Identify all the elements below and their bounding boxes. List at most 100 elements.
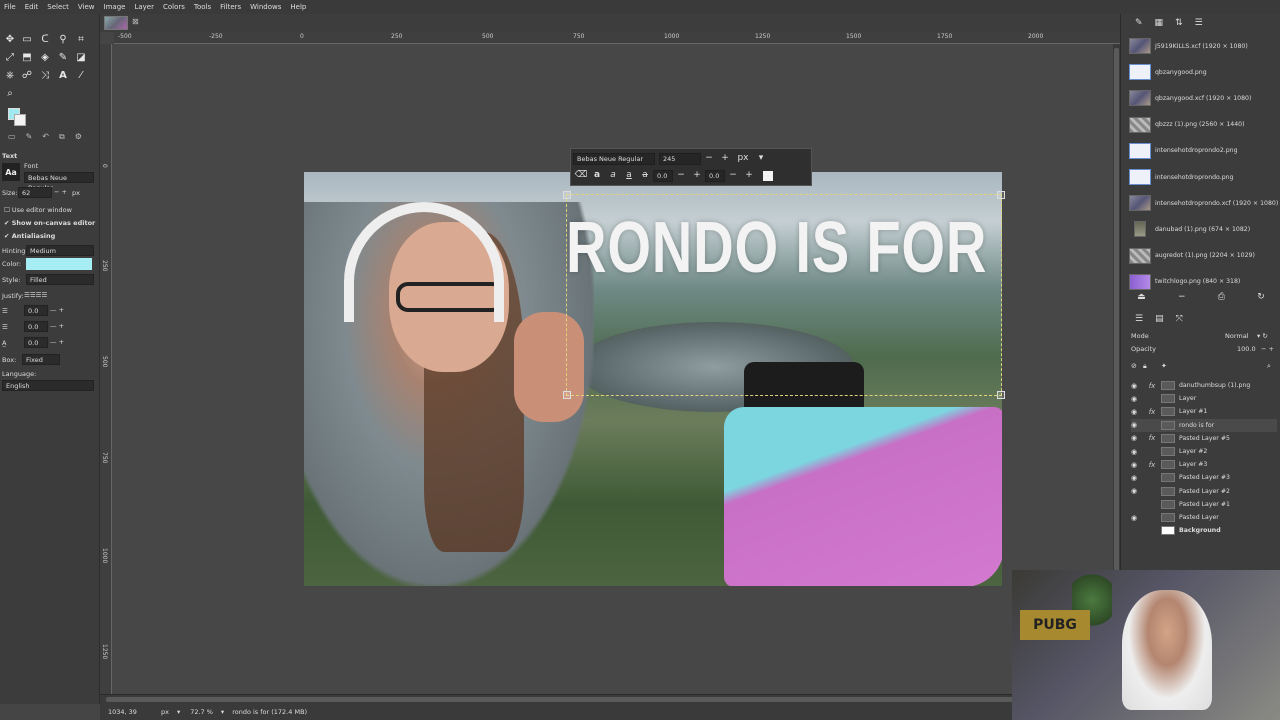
layer-row[interactable]: Background xyxy=(1131,524,1277,537)
style-select[interactable]: Filled xyxy=(26,274,94,285)
paintbrush-icon[interactable]: ✎ xyxy=(56,50,70,64)
fte-baseline-decrease[interactable]: − xyxy=(673,170,689,182)
image-list-item[interactable]: intensehotdroprondo.png xyxy=(1129,165,1279,189)
canvas-area[interactable]: RONDO IS FOR Bebas Neue Regular 245 − + … xyxy=(112,44,1118,694)
canvas-title-text[interactable]: RONDO IS FOR xyxy=(566,200,986,300)
fte-underline-icon[interactable]: a xyxy=(621,170,637,182)
justify-buttons[interactable]: ☰☰☰☰ xyxy=(24,291,47,299)
move-tool-icon[interactable]: ✥ xyxy=(3,32,17,46)
undo-history-tab-icon[interactable]: ↶ xyxy=(42,132,49,146)
new-display-icon[interactable]: − xyxy=(1178,292,1186,306)
unit-select[interactable]: px xyxy=(161,708,169,716)
menu-layer[interactable]: Layer xyxy=(134,3,154,11)
brushes-tab-icon[interactable]: ✎ xyxy=(1135,18,1143,28)
visibility-eye-icon[interactable]: ◉ xyxy=(1131,395,1143,403)
fte-baseline-increase[interactable]: + xyxy=(689,170,705,182)
refresh-icon[interactable]: ↻ xyxy=(1257,292,1265,306)
path-icon[interactable]: ⤨ xyxy=(38,68,52,82)
fte-strikethrough-icon[interactable]: a xyxy=(637,170,653,182)
channels-tab-icon[interactable]: ▤ xyxy=(1155,314,1164,324)
fte-unit-select[interactable]: px xyxy=(733,153,753,165)
layers-tab-icon[interactable]: ☰ xyxy=(1135,314,1143,324)
fte-size-increase[interactable]: + xyxy=(717,153,733,165)
images-list-tab-icon[interactable]: ☰ xyxy=(1195,18,1203,28)
layer-effects-icon[interactable]: fx xyxy=(1143,434,1161,442)
warp-icon[interactable]: ⤢ xyxy=(3,50,17,64)
image-list-item[interactable]: qbzzz (1).png (2560 × 1440) xyxy=(1129,113,1279,137)
menu-select[interactable]: Select xyxy=(47,3,69,11)
unified-transform-icon[interactable]: ⬒ xyxy=(20,50,34,64)
visibility-eye-icon[interactable]: ◉ xyxy=(1131,474,1143,482)
paths-tab-icon[interactable]: ⤧ xyxy=(1176,314,1183,324)
image-list-item[interactable]: qbzanygood.png xyxy=(1129,60,1279,84)
resize-handle-tl[interactable] xyxy=(563,191,571,199)
configure-tab-icon[interactable]: ⚙ xyxy=(75,132,82,146)
hinting-select[interactable]: Medium xyxy=(26,245,94,256)
indent-stepper[interactable]: — + xyxy=(50,306,64,314)
layer-row[interactable]: ◉ Layer xyxy=(1131,392,1277,405)
menu-help[interactable]: Help xyxy=(290,3,306,11)
visibility-eye-icon[interactable]: ◉ xyxy=(1131,382,1143,390)
mode-chevron-icon[interactable]: ▾ ↻ xyxy=(1257,332,1268,340)
images-tab-icon[interactable]: ⧉ xyxy=(59,132,65,146)
line-spacing-stepper[interactable]: — + xyxy=(50,322,64,330)
layer-row[interactable]: ◉ fx danuthumbsup (1).png xyxy=(1131,379,1277,392)
layer-effects-icon[interactable]: fx xyxy=(1143,408,1161,416)
use-editor-checkbox[interactable]: ☐ Use editor window xyxy=(4,206,72,214)
layer-row[interactable]: Pasted Layer #1 xyxy=(1131,498,1277,511)
menu-file[interactable]: File xyxy=(4,3,16,11)
line-spacing-field[interactable]: 0.0 xyxy=(24,321,48,332)
fte-clear-style-icon[interactable]: ⌫ xyxy=(573,170,589,182)
layer-effects-icon[interactable]: fx xyxy=(1143,382,1161,390)
crop-icon[interactable]: ⌗ xyxy=(74,32,88,46)
image-tab-thumbnail[interactable] xyxy=(104,16,128,30)
menu-tools[interactable]: Tools xyxy=(194,3,211,11)
patterns-tab-icon[interactable]: ▦ xyxy=(1155,18,1164,28)
resize-handle-tr[interactable] xyxy=(997,191,1005,199)
letter-spacing-stepper[interactable]: — + xyxy=(50,338,64,346)
menu-colors[interactable]: Colors xyxy=(163,3,185,11)
layer-row[interactable]: ◉ Pasted Layer xyxy=(1131,511,1277,524)
fte-bold-icon[interactable]: a xyxy=(589,170,605,182)
fte-size-field[interactable]: 245 xyxy=(659,153,701,165)
fuzzy-select-icon[interactable]: ⚲ xyxy=(56,32,70,46)
lasso-icon[interactable]: ᑕ xyxy=(38,32,52,46)
lock-position-icon[interactable]: 🔒︎ xyxy=(1143,362,1147,371)
menu-filters[interactable]: Filters xyxy=(220,3,241,11)
fte-baseline-field[interactable]: 0.0 xyxy=(653,170,673,182)
visibility-eye-icon[interactable]: ◉ xyxy=(1131,408,1143,416)
fte-kerning-field[interactable]: 0.0 xyxy=(705,170,725,182)
unit-chevron-icon[interactable]: ▾ xyxy=(177,708,180,716)
letter-spacing-field[interactable]: 0.0 xyxy=(24,337,48,348)
opacity-stepper[interactable]: − + xyxy=(1261,345,1274,353)
layer-row[interactable]: ◉ fx Layer #3 xyxy=(1131,458,1277,471)
menu-edit[interactable]: Edit xyxy=(25,3,39,11)
visibility-eye-icon[interactable]: ◉ xyxy=(1131,461,1143,469)
box-select[interactable]: Fixed xyxy=(22,354,60,365)
image-list-item[interactable]: intensehotdroprondo2.png xyxy=(1129,139,1279,163)
resize-handle-br[interactable] xyxy=(997,391,1005,399)
show-canvas-checkbox[interactable]: ✔ Show on-canvas editor xyxy=(4,219,95,227)
layer-row[interactable]: ◉ Pasted Layer #2 xyxy=(1131,485,1277,498)
size-stepper[interactable]: − + xyxy=(54,188,67,196)
fte-color-swatch[interactable] xyxy=(763,171,773,181)
fonts-tab-icon[interactable]: ⇅ xyxy=(1175,18,1183,28)
delete-image-icon[interactable]: ⎙ xyxy=(1218,292,1225,306)
tool-options-tab-icon[interactable]: ▭ xyxy=(8,132,16,146)
fte-size-decrease[interactable]: − xyxy=(701,153,717,165)
font-field[interactable]: Bebas Neue Regular xyxy=(24,172,94,192)
fte-unit-chevron-icon[interactable]: ▾ xyxy=(753,153,769,165)
layer-row[interactable]: ◉ Pasted Layer #3 xyxy=(1131,471,1277,484)
horizontal-scrollbar[interactable] xyxy=(100,694,1120,704)
image-list-item[interactable]: J5919KILLS.xcf (1920 × 1080) xyxy=(1129,34,1279,58)
background-color[interactable] xyxy=(14,114,26,126)
visibility-eye-icon[interactable]: ◉ xyxy=(1131,487,1143,495)
layer-row[interactable]: ◉ rondo is for xyxy=(1131,418,1277,432)
menu-view[interactable]: View xyxy=(78,3,95,11)
lock-alpha-icon[interactable]: ✦ xyxy=(1161,362,1167,370)
horizontal-scroll-knob[interactable] xyxy=(106,697,1110,702)
smudge-icon[interactable]: ☍ xyxy=(20,68,34,82)
fte-kerning-increase[interactable]: + xyxy=(741,170,757,182)
font-preview-icon[interactable]: Aa xyxy=(2,163,20,181)
layer-mode-select[interactable]: Normal xyxy=(1225,332,1249,340)
